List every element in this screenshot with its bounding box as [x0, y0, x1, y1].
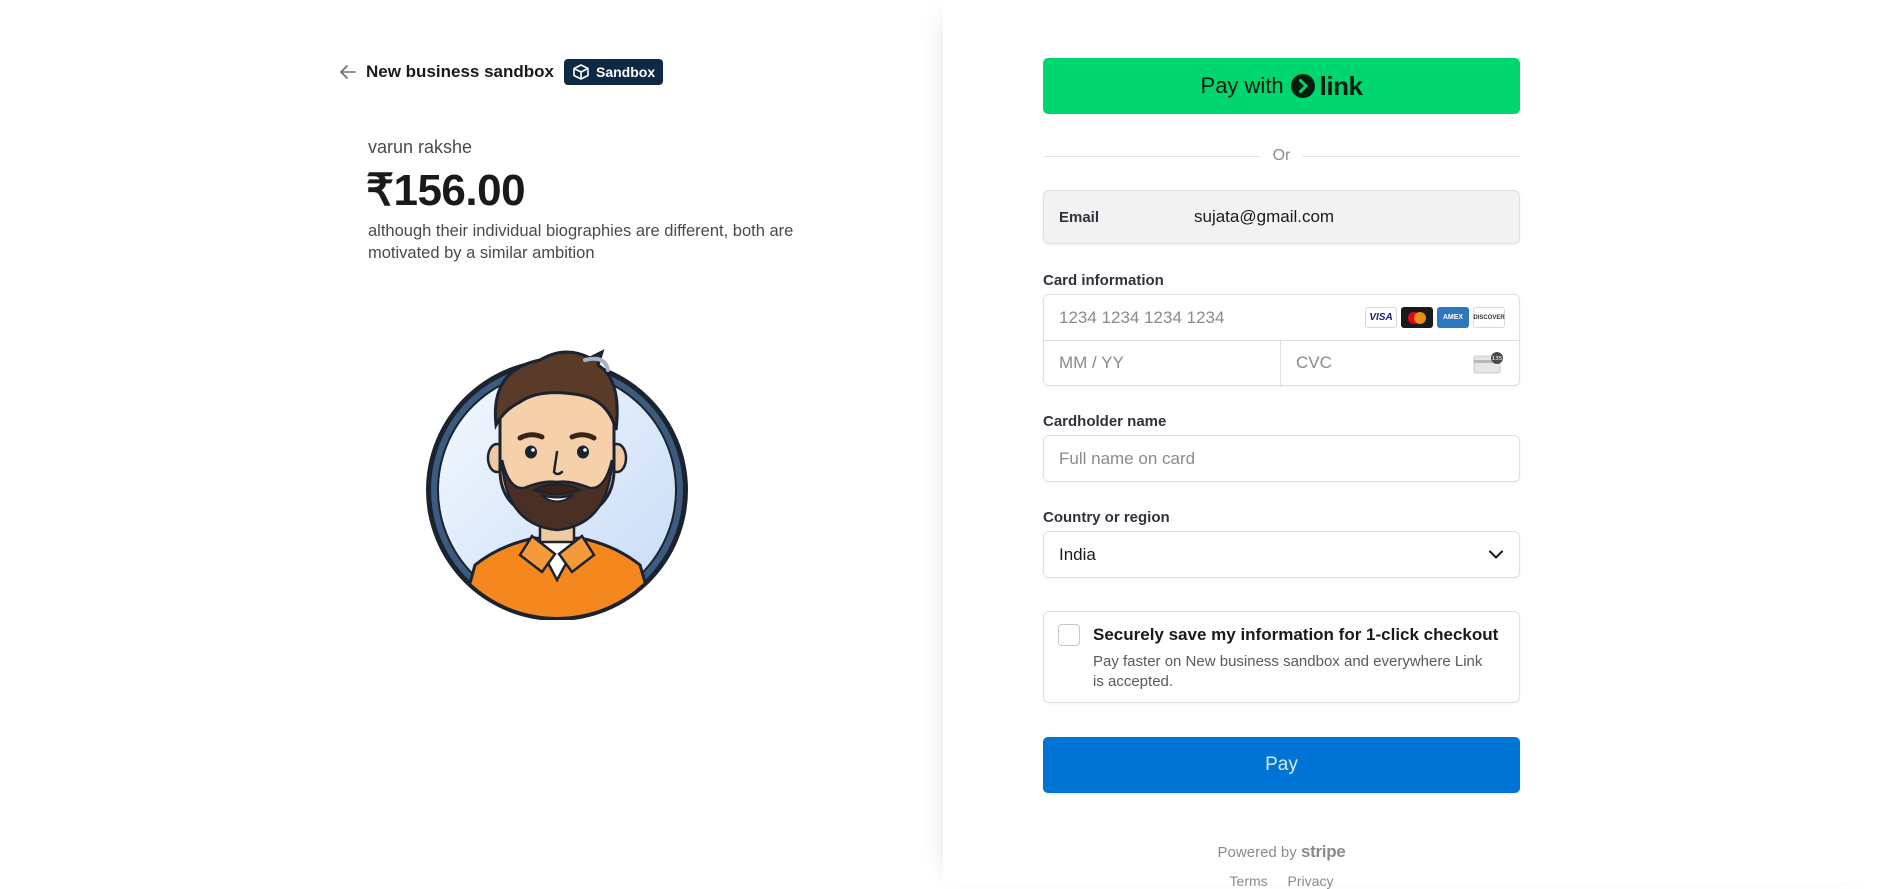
card-brands: VISA AMEX DISCOVER — [1365, 307, 1505, 328]
cvc-placeholder: CVC — [1296, 353, 1332, 372]
merchant-header: New business sandbox Sandbox — [338, 58, 664, 86]
cardholder-placeholder: Full name on card — [1059, 448, 1196, 468]
order-summary-pane: New business sandbox Sandbox varun raksh… — [0, 0, 943, 883]
save-info-subtitle: Pay faster on New business sandbox and e… — [1093, 653, 1483, 690]
email-field[interactable]: Email sujata@gmail.com — [1043, 190, 1520, 244]
powered-by-label: Powered by — [1217, 844, 1297, 861]
privacy-link[interactable]: Privacy — [1288, 873, 1334, 889]
cardholder-label: Cardholder name — [1043, 413, 1167, 430]
save-info-title: Securely save my information for 1-click… — [1093, 625, 1499, 644]
product-price: ₹156.00 — [366, 166, 526, 215]
cvc-card-icon: 135 — [1473, 352, 1505, 374]
card-info-label: Card information — [1043, 272, 1164, 289]
expiry-placeholder: MM / YY — [1059, 353, 1124, 372]
sandbox-badge: Sandbox — [564, 59, 664, 85]
country-select[interactable]: India — [1043, 531, 1520, 578]
card-number-placeholder: 1234 1234 1234 1234 — [1059, 307, 1225, 327]
cvc-input[interactable]: CVC 135 — [1281, 341, 1519, 385]
product-description: although their individual biographies ar… — [368, 222, 794, 262]
card-number-input[interactable]: 1234 1234 1234 1234 VISA AMEX DISCOVER — [1044, 295, 1519, 341]
visa-icon: VISA — [1365, 307, 1397, 328]
expiry-input[interactable]: MM / YY — [1044, 341, 1281, 385]
or-text: Or — [1272, 147, 1291, 164]
divider-line — [1043, 155, 1261, 157]
link-logo: link — [1290, 71, 1363, 102]
chevron-down-icon — [1489, 550, 1503, 559]
footer-links: Terms Privacy — [1043, 873, 1520, 889]
discover-icon: DISCOVER — [1473, 307, 1505, 328]
link-brand: link — [1319, 70, 1363, 101]
country-value: India — [1059, 544, 1096, 564]
card-info-group: 1234 1234 1234 1234 VISA AMEX DISCOVER M… — [1043, 294, 1520, 386]
or-divider: Or — [1043, 146, 1520, 166]
svg-text:135: 135 — [1492, 356, 1503, 362]
terms-link[interactable]: Terms — [1230, 873, 1268, 889]
email-label: Email — [1059, 208, 1100, 226]
product-image — [420, 340, 690, 621]
country-label: Country or region — [1043, 509, 1170, 526]
stripe-logo: stripe — [1300, 842, 1346, 861]
email-value: sujata@gmail.com — [1194, 207, 1335, 226]
product-name: varun rakshe — [368, 137, 473, 157]
mastercard-icon — [1401, 307, 1433, 328]
pay-button[interactable]: Pay — [1043, 737, 1520, 793]
business-name[interactable]: New business sandbox — [366, 62, 554, 82]
amex-icon: AMEX — [1437, 307, 1469, 328]
cube-icon — [572, 64, 590, 80]
powered-by-stripe[interactable]: Powered by stripe — [1043, 842, 1520, 862]
pay-with-label: Pay with — [1200, 73, 1284, 98]
link-arrow-icon — [1290, 74, 1315, 98]
save-info-box: Securely save my information for 1-click… — [1043, 611, 1520, 703]
divider-line — [1302, 155, 1520, 157]
cardholder-name-input[interactable]: Full name on card — [1043, 435, 1520, 482]
back-arrow-icon[interactable] — [338, 62, 358, 82]
pay-with-link-button[interactable]: Pay with link — [1043, 58, 1520, 114]
sandbox-badge-label: Sandbox — [596, 64, 656, 80]
save-info-checkbox[interactable] — [1058, 624, 1080, 646]
